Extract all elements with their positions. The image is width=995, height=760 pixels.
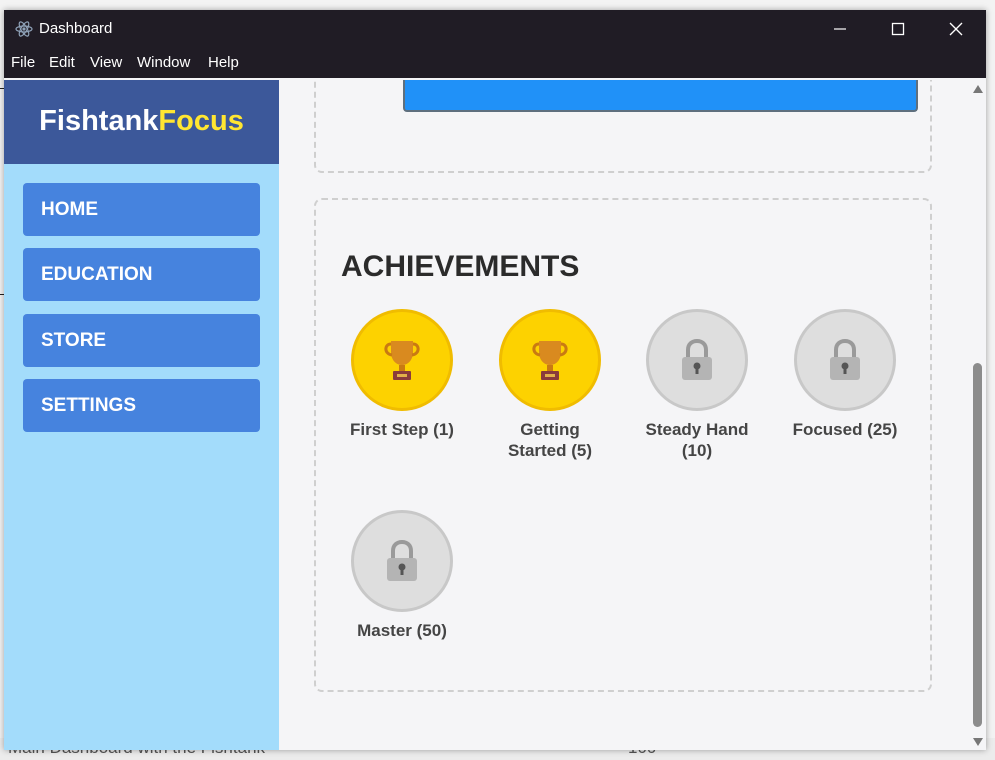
achievement-circle [499,309,601,411]
achievement-label: Master (50) [357,621,447,640]
achievement-badge: Getting Started (5) [475,309,625,461]
achievement-badge: First Step (1) [327,309,477,440]
title-bar[interactable]: Dashboard [4,10,986,48]
trophy-icon [532,341,568,380]
lock-icon [387,539,417,581]
achievement-label: First Step (1) [350,420,454,439]
scroll-down-arrow-icon[interactable] [973,738,983,746]
achievement-badge: Focused (25) [770,309,920,440]
app-window: Dashboard File Edit View Window Help Fis… [4,10,986,750]
lock-icon [830,338,860,380]
fishtank-card [314,80,932,173]
close-icon [949,22,963,36]
sidebar: FishtankFocus HOME EDUCATION STORE SETTI… [4,80,279,750]
achievements-title: ACHIEVEMENTS [341,250,580,283]
electron-app-icon [15,21,33,37]
menu-file[interactable]: File [11,54,35,71]
maximize-button[interactable] [869,10,927,48]
close-button[interactable] [927,10,985,48]
fishtank [403,80,918,112]
brand-name-part2: Focus [158,105,244,137]
achievement-label: Steady Hand (10) [645,420,749,460]
achievement-circle [351,309,453,411]
menu-window[interactable]: Window [137,54,190,71]
achievement-circle [794,309,896,411]
minimize-button[interactable] [811,10,869,48]
menu-bar: File Edit View Window Help [4,48,986,78]
maximize-icon [891,22,905,36]
nav-settings-button[interactable]: SETTINGS [23,379,260,432]
achievement-label: Getting Started (5) [507,420,593,460]
achievement-badge: Master (50) [327,510,477,641]
nav-education-button[interactable]: EDUCATION [23,248,260,301]
minimize-icon [834,28,846,30]
main-content: ACHIEVEMENTS First Step (1) Getting Star… [279,80,969,750]
achievement-label: Focused (25) [792,420,898,439]
nav-store-button[interactable]: STORE [23,314,260,367]
nav-home-button[interactable]: HOME [23,183,260,236]
vertical-scrollbar[interactable] [969,80,986,750]
achievement-badge: Steady Hand (10) [622,309,772,461]
lock-icon [682,338,712,380]
scrollbar-thumb[interactable] [973,363,982,727]
brand-logo: FishtankFocus [4,80,279,164]
menu-help[interactable]: Help [208,54,239,71]
trophy-icon [384,341,420,380]
achievement-circle [646,309,748,411]
menu-view[interactable]: View [90,54,122,71]
window-title: Dashboard [39,20,113,37]
achievement-circle [351,510,453,612]
achievements-card: ACHIEVEMENTS First Step (1) Getting Star… [314,198,932,692]
scroll-up-arrow-icon[interactable] [973,85,983,93]
brand-name-part1: Fishtank [39,105,159,137]
menu-edit[interactable]: Edit [49,54,75,71]
